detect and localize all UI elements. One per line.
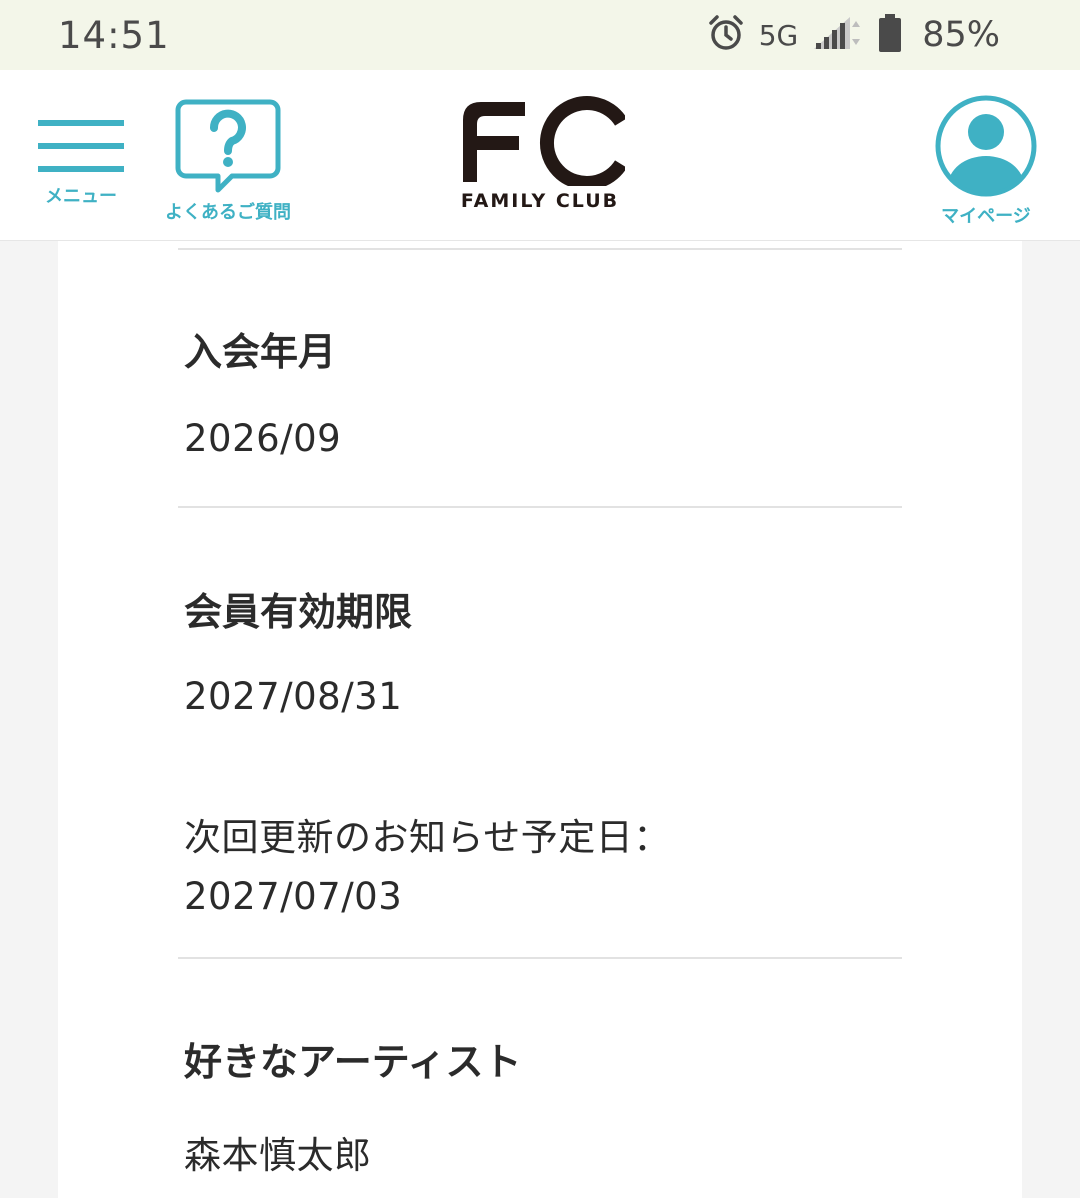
menu-label: メニュー (45, 186, 117, 207)
battery-percent: 85% (922, 15, 1000, 55)
section-divider (178, 957, 902, 959)
join-date-value: 2026/09 (184, 417, 342, 460)
status-icons: 5G 85% (707, 14, 1000, 56)
hamburger-menu-icon (38, 120, 124, 172)
network-label: 5G (758, 18, 799, 52)
fc-logo[interactable]: FAMILY CLUB (452, 94, 628, 212)
faq-button[interactable]: よくあるご質問 (162, 98, 294, 224)
mypage-button[interactable]: マイページ (928, 94, 1044, 228)
favorite-artist-value: 森本慎太郎 (184, 1134, 372, 1177)
signal-icon (812, 15, 864, 55)
membership-info-card: 入会年月 2026/09 会員有効期限 2027/08/31 次回更新のお知らせ… (58, 241, 1022, 1198)
faq-label: よくあるご質問 (165, 202, 291, 223)
user-avatar-icon (935, 95, 1037, 197)
app-header: メニュー よくあるご質問 FAMILY CLUB マイページ (0, 70, 1080, 241)
alarm-icon (707, 14, 745, 56)
fc-logo-mark (463, 96, 625, 186)
menu-button[interactable]: メニュー (30, 118, 132, 208)
join-date-label: 入会年月 (184, 330, 337, 374)
expiry-label: 会員有効期限 (184, 590, 413, 634)
section-divider (178, 248, 902, 250)
renewal-notice-label: 次回更新のお知らせ予定日： (184, 816, 671, 859)
battery-icon (878, 14, 902, 56)
renewal-notice-value: 2027/07/03 (184, 875, 403, 918)
mypage-label: マイページ (941, 206, 1031, 227)
logo-subtitle: FAMILY CLUB (460, 190, 620, 212)
expiry-value: 2027/08/31 (184, 675, 403, 718)
question-bubble-icon (175, 99, 281, 193)
favorite-artist-label: 好きなアーティスト (184, 1040, 522, 1084)
section-divider (178, 506, 902, 508)
status-time: 14:51 (58, 13, 170, 57)
status-bar: 14:51 5G 85% (0, 0, 1080, 70)
